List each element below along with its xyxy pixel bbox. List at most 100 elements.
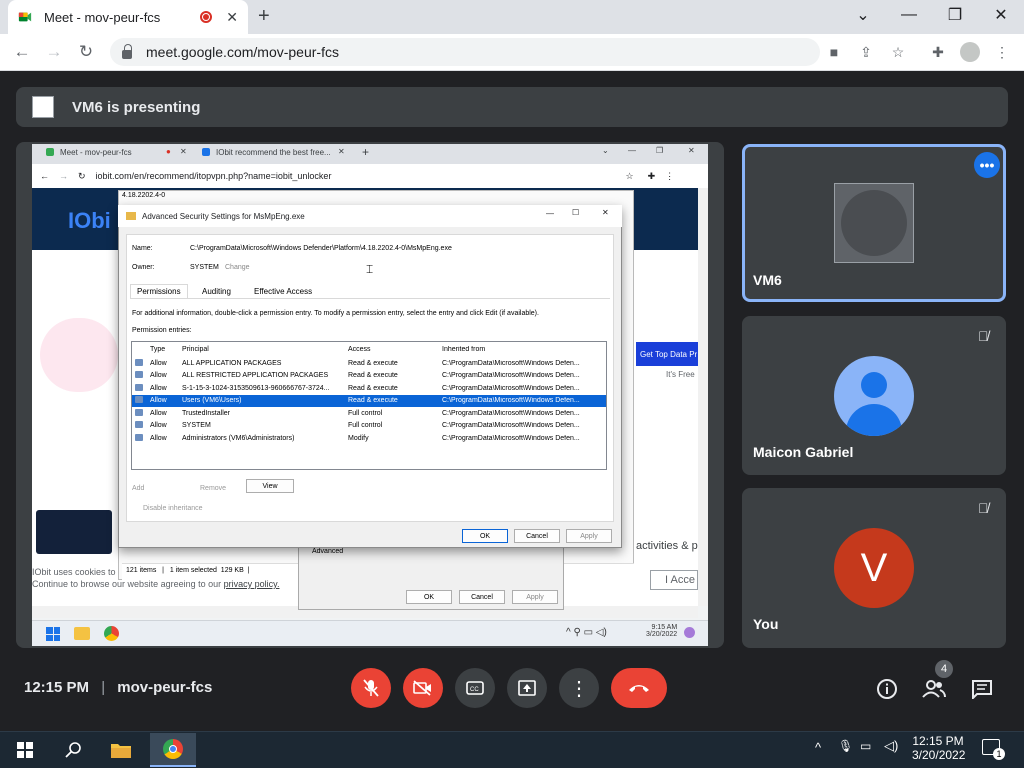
taskbar-time: 12:15 PM [912,734,964,748]
user-group-icon [132,396,148,405]
maicon-muted-icon: 🎙̸ [978,328,989,344]
shared-meet-favicon-icon [46,148,54,156]
view-button: View [246,479,294,493]
dialog-apply-button: Apply [566,529,612,543]
cookie-text-1: IObit uses cookies to [32,567,116,577]
back-icon[interactable]: ← [9,39,35,65]
vpn-thumbnail [36,510,112,554]
more-options-icon[interactable]: ••• [974,152,1000,178]
svg-text:CC: CC [470,687,479,693]
user-group-icon [132,421,148,430]
mic-toggle-button[interactable] [351,668,391,708]
accept-button: I Acce [650,570,698,590]
shared-start-icon [46,627,60,641]
new-tab-button[interactable]: + [258,5,270,28]
current-time: 12:15 PM [24,679,90,696]
tray-chevron-icon[interactable]: ^ [815,740,821,755]
more-options-button[interactable]: ⋮ [559,668,599,708]
col-type: Type [150,345,166,353]
maicon-avatar [834,356,914,436]
minimize-button[interactable]: — [886,0,932,30]
shared-tab1-close-icon: ✕ [180,147,187,156]
meeting-info: 12:15 PM | mov-peur-fcs [24,679,213,696]
info-icon [877,679,897,699]
shared-max-icon: ❐ [656,146,664,155]
leave-call-button[interactable] [611,668,667,708]
promo-sub: It's Free [666,370,695,379]
start-button[interactable] [8,733,42,767]
permissions-tab: Permissions [130,284,188,298]
present-button[interactable] [507,668,547,708]
extensions-icon[interactable]: ✚ [926,40,950,64]
tray-volume-icon[interactable]: ◁) [884,738,898,754]
taskbar-clock[interactable]: 12:15 PM 3/20/2022 [912,734,965,762]
name-value: C:\ProgramData\Microsoft\Windows Defende… [190,245,452,252]
shared-tray-icons: ^ ⚲ ▭ ◁) [566,627,607,638]
shared-newtab-icon: + [362,145,370,159]
activities-text: activities & p [636,540,698,552]
file-explorer-button[interactable] [104,733,138,767]
cell-inherited: C:\ProgramData\Microsoft\Windows Defen..… [442,359,580,367]
people-icon [922,680,946,698]
close-window-button[interactable]: ✕ [978,0,1024,30]
cell-principal: Users (VM6\Users) [182,397,242,405]
share-icon[interactable]: ⇪ [854,40,878,64]
shared-rec-icon: ● [166,147,171,156]
mic-off-icon [363,679,379,697]
camera-icon[interactable]: ■ [822,40,846,64]
tile-you-name: You [753,616,779,632]
dialog-ok-button: OK [462,529,508,543]
user-group-icon [132,383,148,393]
table-row: Allow S-1-15-3-1024-3153509613-960666767-… [132,382,606,395]
camera-off-icon [413,680,431,696]
browser-tab[interactable]: Meet - mov-peur-fcs ✕ [8,0,248,34]
cell-type: Allow [150,434,167,442]
chrome-taskbar-button[interactable] [150,733,196,767]
cell-principal: S-1-15-3-1024-3153509613-960666767-3724.… [182,384,330,392]
cell-type: Allow [150,409,167,417]
shared-dropdown-icon: ⌄ [602,146,609,155]
owner-change-link: Change [225,264,250,271]
search-button[interactable] [56,733,90,767]
owner-label: Owner: [132,264,155,271]
properties-apply: Apply [512,590,558,604]
shared-forward-icon: → [59,171,68,181]
profile-avatar[interactable] [960,42,980,62]
cell-type: Allow [150,359,167,367]
reload-icon[interactable]: ↻ [73,39,99,65]
captions-button[interactable]: CC [455,668,495,708]
menu-icon[interactable]: ⋮ [990,40,1014,64]
presenting-text: VM6 is presenting [72,98,201,116]
table-row: Allow Administrators (VM6\Administrators)… [132,432,606,445]
tab-divider [130,298,610,299]
restore-button[interactable]: ❐ [932,0,978,30]
cell-principal: ALL APPLICATION PACKAGES [182,359,282,367]
chat-button[interactable] [969,676,995,702]
tray-mic-icon[interactable]: 🎙 [838,739,853,753]
user-group-icon [132,433,148,443]
bookmark-star-icon[interactable]: ☆ [886,40,910,64]
col-inherited: Inherited from [442,345,486,353]
tile-maicon-name: Maicon Gabriel [753,444,854,460]
chrome-icon [163,739,183,759]
tab-search-icon[interactable]: ⌄ [840,0,886,30]
cell-type: Allow [150,422,167,430]
cell-type: Allow [150,372,167,380]
address-bar[interactable]: meet.google.com/mov-peur-fcs [110,38,820,66]
properties-advanced: Advanced [312,548,344,555]
user-group-icon [132,371,148,380]
lock-icon [122,43,132,59]
shared-star-icon: ☆ [625,170,634,181]
present-icon [518,680,536,696]
people-button[interactable] [921,676,947,702]
meeting-details-button[interactable] [874,676,900,702]
shared-scrollbar [698,188,708,606]
forward-icon[interactable]: → [41,39,67,65]
remove-button: Remove [200,485,227,492]
dialog-title: Advanced Security Settings for MsMpEng.e… [142,211,305,221]
close-tab-icon[interactable]: ✕ [226,9,238,26]
camera-toggle-button[interactable] [403,668,443,708]
shared-min-icon: — [628,146,636,155]
name-label: Name: [132,245,153,252]
tray-network-icon[interactable]: ▭ [860,739,871,753]
